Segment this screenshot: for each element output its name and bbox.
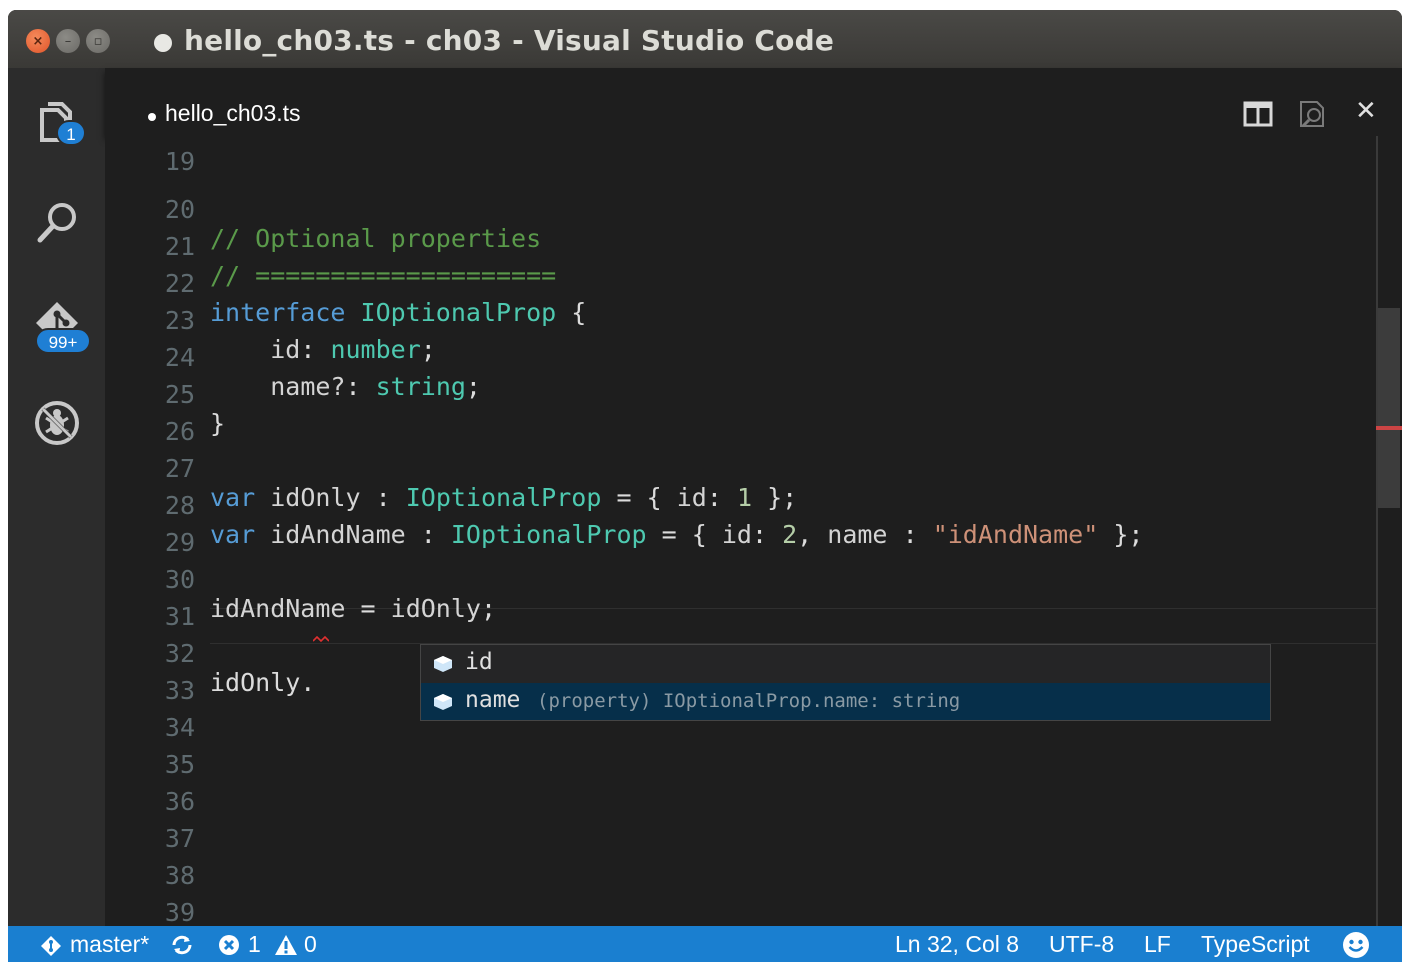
code-line: 30 idAndName = idOnly; [105,536,1375,623]
close-editor-button[interactable]: ✕ [1355,96,1387,128]
code-line: 31 [105,573,1375,631]
source-control-button[interactable]: 99+ [32,298,91,354]
code-line: 38 [105,832,1375,890]
property-icon [434,656,452,672]
search-button[interactable] [32,198,82,248]
scrollbar-thumb[interactable] [1378,308,1400,508]
code-line: 35 [105,721,1375,779]
code-line: 21 // ==================== [105,203,1375,290]
suggest-item-id[interactable]: id [421,645,1270,682]
code-line: 32 idOnly. [105,610,1375,697]
vscode-window: × – ▫ hello_ch03.ts - ch03 - Visual Stud… [8,10,1402,962]
code-line: 36 [105,758,1375,816]
split-editor-icon[interactable] [1242,98,1274,130]
feedback-smiley-icon[interactable] [1342,931,1370,959]
open-preview-icon[interactable] [1297,98,1329,130]
code-line: 27 var idOnly : IOptionalProp = { id: 1 … [105,425,1375,512]
window-close-button[interactable]: × [26,29,50,53]
activity-bar: 1 99+ [8,68,105,926]
editor-tab-bar: hello_ch03.ts ✕ [105,68,1402,136]
code-editor[interactable]: 19 20 // Optional properties 21 // =====… [105,136,1402,926]
warning-count[interactable]: 0 [304,931,317,958]
sync-icon[interactable] [170,933,194,957]
suggest-item-label: name [465,687,521,713]
code-line: 40 [105,906,1375,926]
branch-label[interactable]: master* [70,931,149,958]
code-line: 19 [105,136,1375,176]
code-line: 37 [105,795,1375,853]
suggest-item-label: id [465,649,493,675]
suggest-widget: id name (property) IOptionalProp.name: s… [420,644,1271,721]
error-overview-marker [1376,426,1402,430]
cursor-position[interactable]: Ln 32, Col 8 [895,931,1019,958]
debug-icon [35,401,79,445]
code-line: 23 id: number; [105,277,1375,364]
tab-hello-ch03[interactable]: hello_ch03.ts [165,100,301,127]
window-title: hello_ch03.ts - ch03 - Visual Studio Cod… [184,24,835,57]
tab-dirty-dot-icon [148,113,156,121]
explorer-badge: 1 [56,120,86,146]
encoding[interactable]: UTF-8 [1049,931,1114,958]
title-bar: × – ▫ hello_ch03.ts - ch03 - Visual Stud… [8,10,1402,68]
property-icon [434,694,452,710]
error-squiggle [313,636,329,642]
git-branch-icon [41,936,61,956]
line-ending[interactable]: LF [1144,931,1171,958]
language-mode[interactable]: TypeScript [1201,931,1310,958]
code-line: 25 } [105,351,1375,438]
explorer-button[interactable]: 1 [32,98,86,148]
window-minimize-button[interactable]: – [56,29,80,53]
unsaved-dot-icon [154,34,172,52]
vertical-scrollbar[interactable] [1376,136,1402,926]
code-line: 39 [105,869,1375,926]
debug-button[interactable] [32,398,82,448]
warning-icon [275,935,297,955]
source-control-badge: 99+ [35,328,91,354]
code-line: 20 // Optional properties [105,166,1375,253]
error-icon [219,935,239,955]
code-line: 29 [105,499,1375,557]
code-line: 28 var idAndName : IOptionalProp = { id:… [105,462,1375,549]
code-line: 24 name?: string; [105,314,1375,401]
suggest-item-name[interactable]: name (property) IOptionalProp.name: stri… [421,683,1270,720]
suggest-item-detail: (property) IOptionalProp.name: string [537,690,961,712]
search-icon [37,203,76,243]
code-line: 22 interface IOptionalProp { [105,240,1375,327]
code-line: 26 [105,388,1375,446]
window-maximize-button[interactable]: ▫ [86,29,110,53]
status-bar: master* 1 0 Ln 32, Col 8 UTF-8 LF TypeSc… [8,926,1402,962]
error-count[interactable]: 1 [248,931,261,958]
